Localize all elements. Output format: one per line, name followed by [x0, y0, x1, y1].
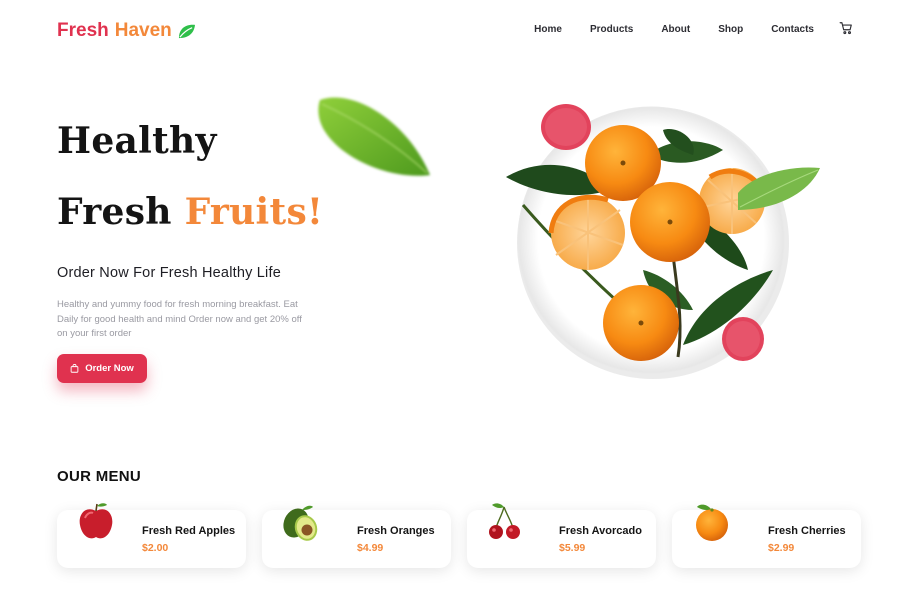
leaf-icon	[178, 24, 195, 38]
menu-item-name: Fresh Cherries	[768, 525, 846, 537]
menu-item-name: Fresh Red Apples	[142, 525, 236, 537]
cherries-icon	[489, 503, 520, 539]
hero-description: Healthy and yummy food for fresh morning…	[57, 299, 302, 339]
main-nav: Home Products About Shop Contacts	[534, 21, 853, 35]
navbar: Fresh Haven Home Products About Shop Con…	[57, 18, 853, 44]
apple-icon	[79, 503, 113, 539]
hero-title-plain: Fresh	[57, 191, 172, 233]
menu-item-name: Fresh Avorcado	[559, 525, 642, 537]
menu-item-price: $4.99	[357, 542, 384, 554]
menu-title: OUR MENU	[57, 468, 142, 485]
nav-contacts[interactable]: Contacts	[771, 24, 814, 35]
menu-card[interactable]: Fresh Red Apples $2.00	[57, 503, 246, 568]
brand-word-haven: Haven	[114, 20, 172, 41]
menu-item-price: $2.00	[142, 542, 169, 554]
hero-title-line2: Fresh Fruits!	[57, 191, 323, 233]
nav-about[interactable]: About	[661, 24, 690, 35]
brand-logo[interactable]: Fresh Haven	[57, 20, 196, 42]
menu-item-price: $5.99	[559, 542, 586, 554]
shopping-cart-icon[interactable]	[839, 21, 853, 35]
hero-title-line1: Healthy	[57, 120, 217, 162]
orange-icon	[696, 504, 728, 541]
nav-home[interactable]: Home	[534, 24, 562, 35]
fruit-plate-image	[506, 104, 820, 379]
order-now-button[interactable]: Order Now	[57, 354, 147, 383]
menu-item-price: $2.99	[768, 542, 795, 554]
shopping-bag-icon	[70, 364, 79, 373]
menu-card[interactable]: Fresh Avorcado $5.99	[467, 503, 656, 568]
menu-card[interactable]: Fresh Cherries $2.99	[672, 504, 861, 568]
menu-cards: Fresh Red Apples $2.00 Fresh Oranges $4.…	[57, 503, 861, 568]
hero-subheading: Order Now For Fresh Healthy Life	[57, 265, 281, 281]
menu-item-name: Fresh Oranges	[357, 525, 435, 537]
avocado-icon	[283, 505, 318, 541]
nav-shop[interactable]: Shop	[718, 24, 743, 35]
order-now-label: Order Now	[85, 363, 134, 374]
brand-word-fresh: Fresh	[57, 20, 109, 41]
nav-products[interactable]: Products	[590, 24, 633, 35]
hero-title-accent: Fruits!	[184, 191, 324, 233]
menu-card[interactable]: Fresh Oranges $4.99	[262, 505, 451, 568]
floating-leaf-image	[318, 97, 430, 176]
